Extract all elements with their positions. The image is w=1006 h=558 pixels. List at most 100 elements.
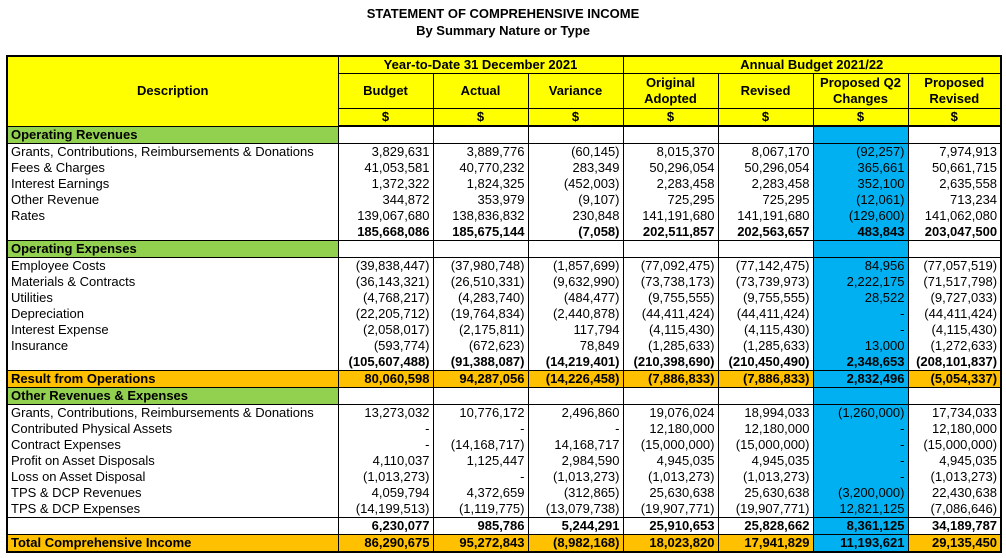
value-cell: (7,886,833) xyxy=(623,370,719,388)
value-cell: 2,635,558 xyxy=(908,176,1003,192)
value-cell: 344,872 xyxy=(338,192,434,208)
section-title: Operating Expenses xyxy=(6,240,339,258)
statement-table: Description Year-to-Date 31 December 202… xyxy=(6,55,1003,553)
table-row: Employee Costs (39,838,447) (37,980,748) (1… xyxy=(6,257,1003,274)
value-cell: (9,107) xyxy=(528,192,624,208)
row-label xyxy=(6,517,339,535)
value-cell: (36,143,321) xyxy=(338,274,434,290)
value-cell: 352,100 xyxy=(813,176,909,192)
value-cell: (14,226,458) xyxy=(528,370,624,388)
result-operations-row: Result from Operations 80,060,598 94,287,0… xyxy=(6,370,1003,388)
empty-cell xyxy=(908,125,1003,144)
value-cell: (19,907,771) xyxy=(623,501,719,518)
value-cell: 725,295 xyxy=(623,192,719,208)
section-header-row: Operating Expenses xyxy=(6,240,1003,258)
row-label: TPS & DCP Expenses xyxy=(6,501,339,518)
table-row: Grants, Contributions, Reimbursements & … xyxy=(6,143,1003,160)
value-cell: (1,013,273) xyxy=(338,469,434,485)
value-cell: (4,115,430) xyxy=(718,322,814,338)
empty-cell xyxy=(718,125,814,144)
empty-cell xyxy=(433,240,529,258)
value-cell: (1,857,699) xyxy=(528,257,624,274)
value-cell: 202,563,657 xyxy=(718,224,814,241)
table-row: Rates 139,067,680 138,836,832 230,848 141,19… xyxy=(6,208,1003,224)
table-row: Contract Expenses - (14,168,717) 14,168,717… xyxy=(6,437,1003,453)
value-cell: - xyxy=(338,437,434,453)
section-title: Other Revenues & Expenses xyxy=(6,387,339,405)
table-row: Interest Expense (2,058,017) (2,175,811) 11… xyxy=(6,322,1003,338)
value-cell: 41,053,581 xyxy=(338,160,434,176)
currency-label: $ xyxy=(433,108,529,127)
value-cell: (593,774) xyxy=(338,338,434,354)
value-cell: (15,000,000) xyxy=(718,437,814,453)
col-proposed-q2-header: Proposed Q2 Changes xyxy=(813,73,909,109)
value-cell: 13,273,032 xyxy=(338,404,434,421)
value-cell: 4,110,037 xyxy=(338,453,434,469)
value-cell: (26,510,331) xyxy=(433,274,529,290)
value-cell: 3,829,631 xyxy=(338,143,434,160)
page-title: STATEMENT OF COMPREHENSIVE INCOME xyxy=(366,6,640,21)
col-proposed-revised-header: Proposed Revised xyxy=(908,73,1003,109)
value-cell: 202,511,857 xyxy=(623,224,719,241)
subtotal-row: (105,607,488) (91,388,087) (14,219,401) (21… xyxy=(6,354,1003,371)
col-description-header: Description xyxy=(6,55,339,127)
row-label: Utilities xyxy=(6,290,339,306)
table-row: TPS & DCP Expenses (14,199,513) (1,119,775… xyxy=(6,501,1003,518)
value-cell: (71,517,798) xyxy=(908,274,1003,290)
value-cell: - xyxy=(813,322,909,338)
value-cell: (77,142,475) xyxy=(718,257,814,274)
value-cell: (210,450,490) xyxy=(718,354,814,371)
empty-cell xyxy=(433,125,529,144)
subtotal-row: 185,668,086 185,675,144 (7,058) 202,511,857… xyxy=(6,224,1003,241)
value-cell: 2,832,496 xyxy=(813,370,909,388)
value-cell: (129,600) xyxy=(813,208,909,224)
table-row: Insurance (593,774) (672,623) 78,849 (1,285,… xyxy=(6,338,1003,354)
value-cell: (19,907,771) xyxy=(718,501,814,518)
value-cell: 4,945,035 xyxy=(718,453,814,469)
value-cell: - xyxy=(338,421,434,437)
row-label: Fees & Charges xyxy=(6,160,339,176)
row-label: Result from Operations xyxy=(6,370,339,388)
page-subtitle: By Summary Nature or Type xyxy=(416,23,590,38)
value-cell: - xyxy=(813,453,909,469)
value-cell: - xyxy=(813,306,909,322)
value-cell: 19,076,024 xyxy=(623,404,719,421)
value-cell: 2,283,458 xyxy=(718,176,814,192)
value-cell: 78,849 xyxy=(528,338,624,354)
value-cell: 80,060,598 xyxy=(338,370,434,388)
table-row: Fees & Charges 41,053,581 40,770,232 283,34… xyxy=(6,160,1003,176)
table-row: Utilities (4,768,217) (4,283,740) (484,477)… xyxy=(6,290,1003,306)
value-cell: (92,257) xyxy=(813,143,909,160)
value-cell: 25,828,662 xyxy=(718,517,814,535)
value-cell: 12,180,000 xyxy=(718,421,814,437)
value-cell: (1,272,633) xyxy=(908,338,1003,354)
value-cell: (77,057,519) xyxy=(908,257,1003,274)
value-cell: 2,348,653 xyxy=(813,354,909,371)
value-cell: (14,219,401) xyxy=(528,354,624,371)
row-label: Depreciation xyxy=(6,306,339,322)
subtotal-row: 6,230,077 985,786 5,244,291 25,910,653 25,82… xyxy=(6,517,1003,535)
currency-label: $ xyxy=(908,108,1003,127)
value-cell: 40,770,232 xyxy=(433,160,529,176)
value-cell: (4,115,430) xyxy=(908,322,1003,338)
value-cell: 50,661,715 xyxy=(908,160,1003,176)
table-row: Depreciation (22,205,712) (19,764,834) (2,4… xyxy=(6,306,1003,322)
value-cell: 8,361,125 xyxy=(813,517,909,535)
value-cell: (14,168,717) xyxy=(433,437,529,453)
value-cell: 10,776,172 xyxy=(433,404,529,421)
table-row: Loss on Asset Disposal (1,013,273) - (1,013… xyxy=(6,469,1003,485)
section-title: Operating Revenues xyxy=(6,125,339,144)
value-cell: (44,411,424) xyxy=(623,306,719,322)
col-actual-header: Actual xyxy=(433,73,529,109)
value-cell: (7,086,646) xyxy=(908,501,1003,518)
empty-cell xyxy=(718,240,814,258)
value-cell: (15,000,000) xyxy=(908,437,1003,453)
empty-cell xyxy=(528,387,624,405)
value-cell: (5,054,337) xyxy=(908,370,1003,388)
value-cell: 713,234 xyxy=(908,192,1003,208)
value-cell: 2,984,590 xyxy=(528,453,624,469)
value-cell: 725,295 xyxy=(718,192,814,208)
value-cell: 185,668,086 xyxy=(338,224,434,241)
col-budget-header: Budget xyxy=(338,73,434,109)
value-cell: (1,013,273) xyxy=(908,469,1003,485)
